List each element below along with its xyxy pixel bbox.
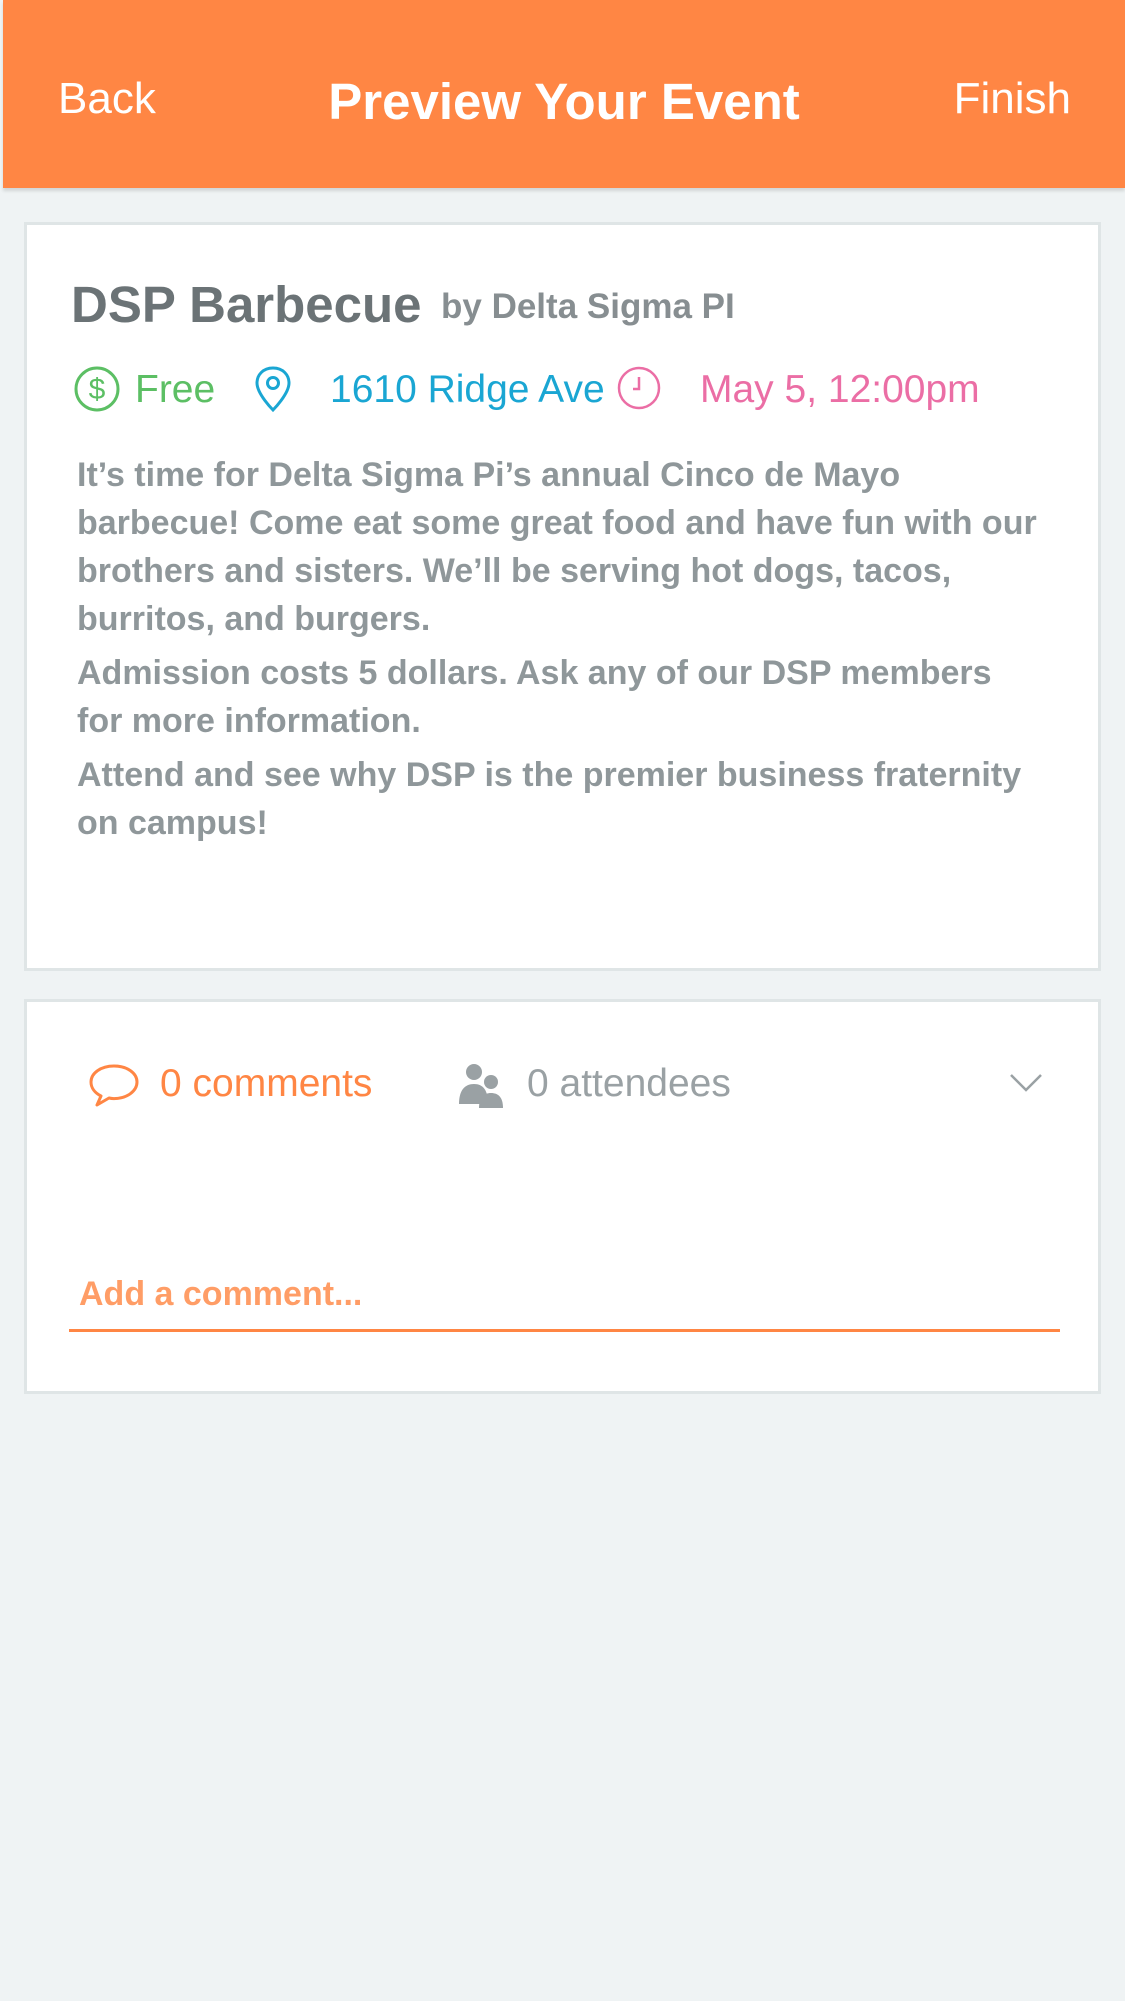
- description-paragraph: Attend and see why DSP is the premier bu…: [77, 756, 1022, 842]
- dollar-circle-icon: $: [74, 366, 120, 412]
- svg-text:$: $: [89, 373, 106, 406]
- event-title: DSP Barbecue: [71, 276, 422, 333]
- event-time-label: May 5, 12:00pm: [700, 368, 980, 411]
- event-location-label: 1610 Ridge Ave: [330, 368, 605, 411]
- event-card: DSP Barbecue by Delta Sigma PI $ Free 16…: [24, 222, 1101, 971]
- map-pin-icon: [255, 366, 291, 413]
- comments-card: 0 comments 0 attendees: [24, 999, 1101, 1394]
- chevron-down-icon[interactable]: [1009, 1072, 1043, 1094]
- top-bar: Back Preview Your Event Finish: [3, 0, 1125, 188]
- event-description: It’s time for Delta Sigma Pi’s annual Ci…: [77, 451, 1037, 853]
- description-paragraph: Admission costs 5 dollars. Ask any of ou…: [77, 654, 992, 740]
- speech-bubble-icon: [89, 1064, 139, 1107]
- event-price-label: Free: [135, 368, 216, 411]
- people-icon: [459, 1064, 503, 1108]
- event-organizer: by Delta Sigma PI: [441, 287, 735, 326]
- comment-input[interactable]: [69, 1260, 1060, 1332]
- description-paragraph: It’s time for Delta Sigma Pi’s annual Ci…: [77, 456, 1037, 638]
- comments-count: 0 comments: [160, 1062, 373, 1105]
- finish-button[interactable]: Finish: [954, 74, 1071, 124]
- attendees-count: 0 attendees: [527, 1062, 731, 1105]
- clock-icon: [617, 366, 661, 410]
